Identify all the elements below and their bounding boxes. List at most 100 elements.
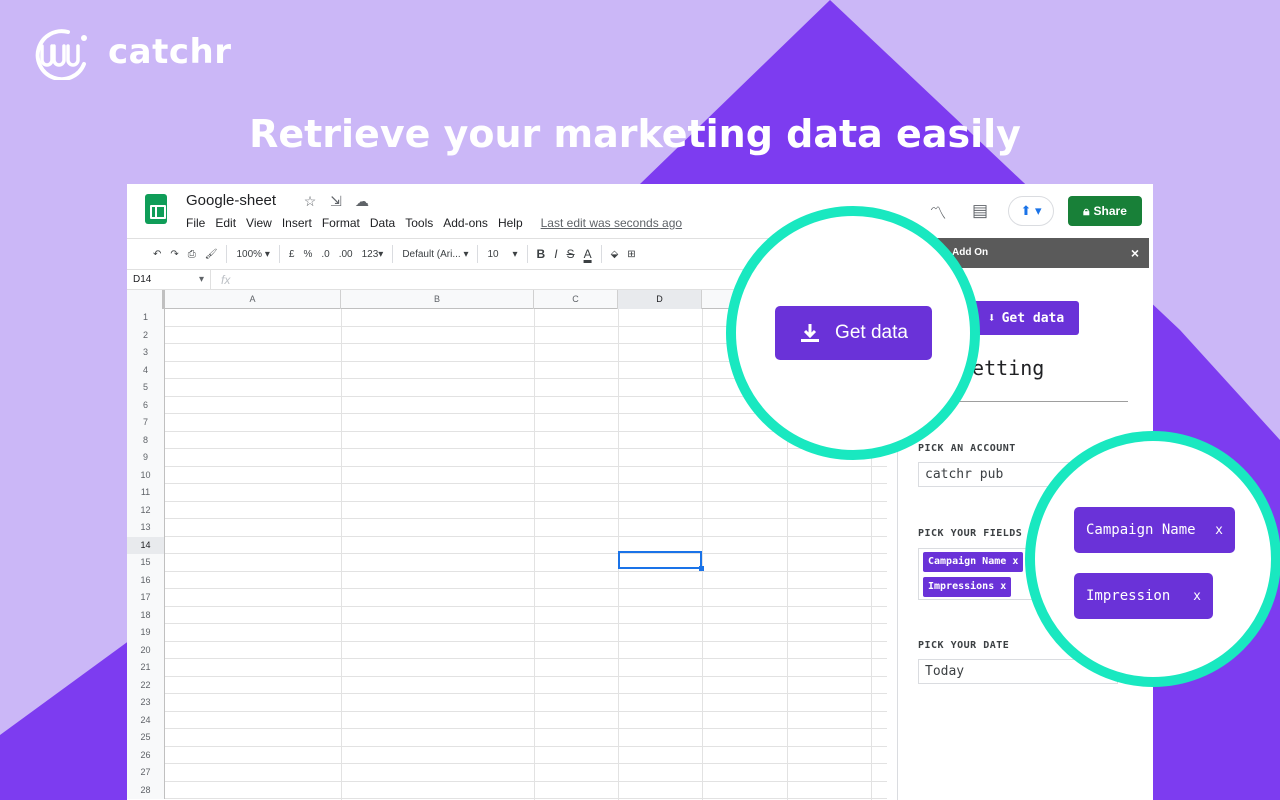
table-row: 25 bbox=[127, 729, 887, 747]
row-header[interactable]: 4 bbox=[127, 361, 165, 379]
zoom-select[interactable]: 100% ▾ bbox=[236, 249, 269, 260]
selected-cell-d14[interactable] bbox=[618, 551, 704, 571]
sheet-header: Google-sheet ☆ ⇲ ☁ File Edit View Insert… bbox=[127, 184, 1153, 238]
row-header[interactable]: 16 bbox=[127, 571, 165, 589]
zoomed-get-data-button[interactable]: Get data bbox=[775, 306, 932, 360]
row-header[interactable]: 12 bbox=[127, 501, 165, 519]
comments-icon[interactable]: ▤ bbox=[966, 201, 994, 221]
title-icons: ☆ ⇲ ☁ bbox=[301, 193, 371, 210]
paint-format-icon[interactable]: 🖌︎ bbox=[205, 249, 218, 260]
present-button[interactable]: ⬆ ▾ bbox=[1008, 196, 1054, 226]
close-icon[interactable]: × bbox=[1131, 238, 1139, 268]
column-header-b[interactable]: B bbox=[341, 290, 534, 309]
font-size-select[interactable]: 10 ▾ bbox=[487, 249, 517, 260]
toolbar-divider bbox=[278, 245, 280, 263]
row-header[interactable]: 27 bbox=[127, 764, 165, 782]
remove-chip-button[interactable]: x bbox=[1012, 556, 1018, 567]
row-header[interactable]: 17 bbox=[127, 589, 165, 607]
menu-data[interactable]: Data bbox=[370, 216, 395, 230]
row-header[interactable]: 26 bbox=[127, 746, 165, 764]
table-row: 22 bbox=[127, 676, 887, 694]
column-header-a[interactable]: A bbox=[165, 290, 341, 309]
table-row: 26 bbox=[127, 746, 887, 764]
document-title[interactable]: Google-sheet bbox=[186, 192, 276, 209]
field-chip-campaign-name: Campaign Name x bbox=[923, 552, 1024, 572]
zoomed-get-data-label: Get data bbox=[835, 322, 908, 343]
row-header[interactable]: 24 bbox=[127, 711, 165, 729]
date-label: PICK YOUR DATE bbox=[918, 640, 1010, 651]
currency-format-button[interactable]: £ bbox=[289, 249, 295, 260]
present-icon: ⬆ ▾ bbox=[1020, 203, 1042, 218]
activity-trend-icon[interactable]: 〽 bbox=[924, 199, 952, 224]
table-row: 28 bbox=[127, 781, 887, 799]
menu-view[interactable]: View bbox=[246, 216, 272, 230]
row-header[interactable]: 15 bbox=[127, 554, 165, 572]
column-header-d[interactable]: D bbox=[618, 290, 702, 309]
row-header[interactable]: 28 bbox=[127, 781, 165, 799]
remove-chip-button[interactable]: x bbox=[1193, 589, 1201, 604]
remove-chip-button[interactable]: x bbox=[1215, 523, 1223, 538]
row-header[interactable]: 2 bbox=[127, 326, 165, 344]
row-header[interactable]: 25 bbox=[127, 729, 165, 747]
menu-edit[interactable]: Edit bbox=[215, 216, 236, 230]
text-color-button[interactable]: A bbox=[584, 247, 592, 261]
header-actions: 〽 ▤ ⬆ ▾ 🔒︎ Share bbox=[924, 196, 1142, 226]
row-header[interactable]: 22 bbox=[127, 676, 165, 694]
row-header[interactable]: 19 bbox=[127, 624, 165, 642]
toolbar-divider bbox=[477, 245, 479, 263]
move-folder-icon[interactable]: ⇲ bbox=[327, 193, 345, 210]
italic-button[interactable]: I bbox=[554, 247, 557, 261]
redo-icon[interactable]: ↷ bbox=[170, 249, 178, 260]
more-formats-button[interactable]: 123▾ bbox=[362, 249, 384, 260]
row-header[interactable]: 20 bbox=[127, 641, 165, 659]
row-header[interactable]: 7 bbox=[127, 414, 165, 432]
table-row: 21 bbox=[127, 659, 887, 677]
name-box[interactable]: D14 ▾ bbox=[127, 269, 211, 290]
last-edit-link[interactable]: Last edit was seconds ago bbox=[541, 216, 682, 230]
percent-format-button[interactable]: % bbox=[303, 249, 312, 260]
row-header[interactable]: 14 bbox=[127, 536, 165, 554]
menu-help[interactable]: Help bbox=[498, 216, 523, 230]
row-header[interactable]: 18 bbox=[127, 606, 165, 624]
row-header[interactable]: 13 bbox=[127, 519, 165, 537]
row-header[interactable]: 3 bbox=[127, 344, 165, 362]
brand-name: catchr bbox=[108, 32, 232, 72]
menu-addons[interactable]: Add-ons bbox=[443, 216, 488, 230]
share-button[interactable]: 🔒︎ Share bbox=[1068, 196, 1142, 226]
increase-decimal-button[interactable]: .00 bbox=[339, 249, 353, 260]
account-label: PICK AN ACCOUNT bbox=[918, 443, 1016, 454]
column-header-c[interactable]: C bbox=[534, 290, 618, 309]
remove-chip-button[interactable]: x bbox=[1000, 581, 1006, 592]
get-data-button[interactable]: ⬇ Get data bbox=[973, 301, 1079, 335]
bold-button[interactable]: B bbox=[537, 247, 546, 261]
menu-insert[interactable]: Insert bbox=[282, 216, 312, 230]
print-icon[interactable]: ⎙ bbox=[188, 249, 196, 260]
menu-format[interactable]: Format bbox=[322, 216, 360, 230]
row-header[interactable]: 11 bbox=[127, 484, 165, 502]
decrease-decimal-button[interactable]: .0 bbox=[321, 249, 329, 260]
row-header[interactable]: 8 bbox=[127, 431, 165, 449]
star-icon[interactable]: ☆ bbox=[301, 193, 319, 210]
row-header[interactable]: 21 bbox=[127, 659, 165, 677]
undo-icon[interactable]: ↶ bbox=[153, 249, 161, 260]
menu-file[interactable]: File bbox=[186, 216, 205, 230]
row-header[interactable]: 5 bbox=[127, 379, 165, 397]
sheets-logo-icon[interactable] bbox=[145, 194, 167, 224]
select-all-corner[interactable] bbox=[127, 290, 165, 309]
row-header[interactable]: 10 bbox=[127, 466, 165, 484]
zoomed-chip-campaign-name: Campaign Name x bbox=[1074, 507, 1235, 553]
menu-tools[interactable]: Tools bbox=[405, 216, 433, 230]
fields-label: PICK YOUR FIELDS bbox=[918, 528, 1023, 539]
row-header[interactable]: 1 bbox=[127, 309, 165, 327]
fill-color-icon[interactable]: ⬙ bbox=[611, 249, 619, 260]
row-header[interactable]: 23 bbox=[127, 694, 165, 712]
row-header[interactable]: 9 bbox=[127, 449, 165, 467]
table-row: 15 bbox=[127, 554, 887, 572]
row-header[interactable]: 6 bbox=[127, 396, 165, 414]
font-select[interactable]: Default (Ari... ▾ bbox=[402, 249, 468, 260]
strikethrough-button[interactable]: S bbox=[567, 247, 575, 261]
borders-icon[interactable]: ⊞ bbox=[627, 249, 635, 260]
toolbar-divider bbox=[526, 245, 528, 263]
cloud-icon[interactable]: ☁ bbox=[353, 193, 371, 210]
zoom-circle-get-data: Get data bbox=[726, 206, 980, 460]
